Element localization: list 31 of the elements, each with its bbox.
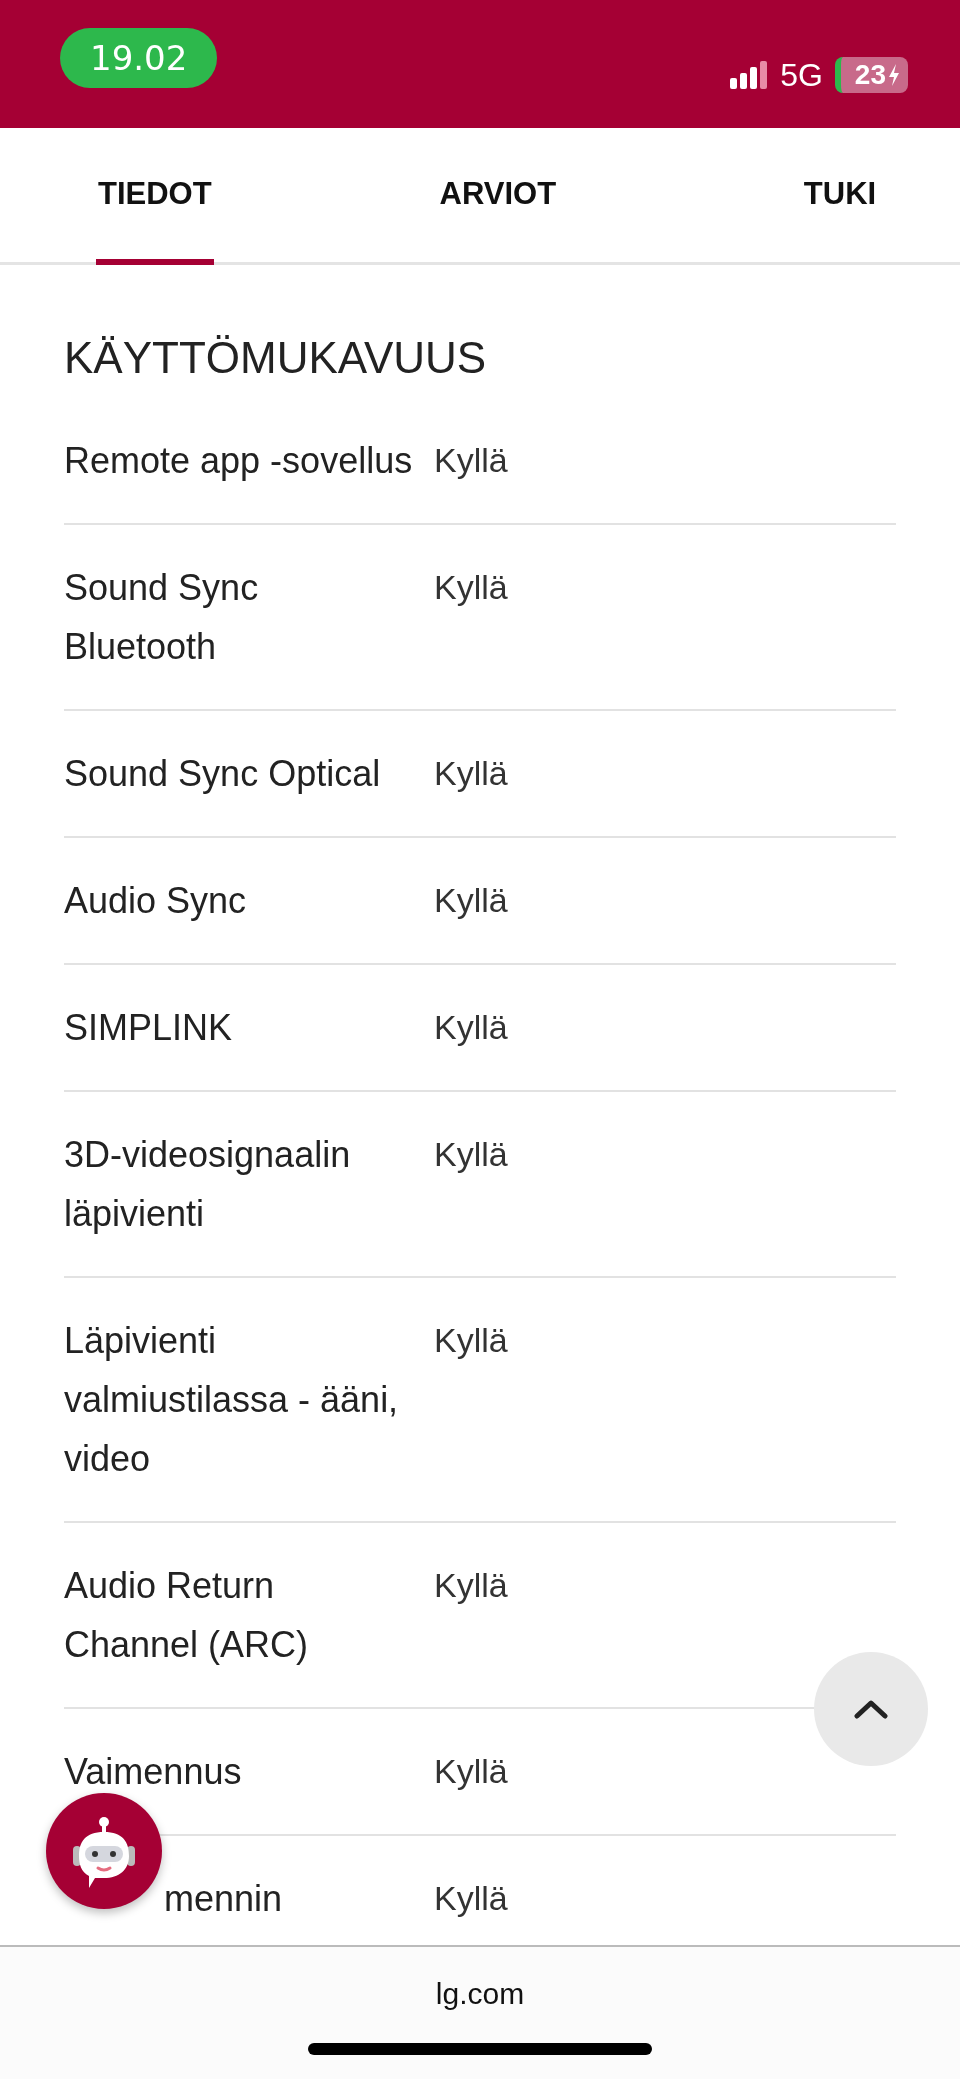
spec-value: Kyllä (434, 1878, 508, 1919)
signal-icon (730, 61, 769, 89)
spec-label: Sound Sync Optical (64, 752, 382, 796)
spec-label: SIMPLINK (64, 1006, 234, 1050)
address-bar-url[interactable]: lg.com (435, 1977, 525, 2011)
spec-value: Kyllä (434, 1007, 508, 1048)
spec-value: Kyllä (434, 1751, 508, 1792)
battery-indicator: 23 (834, 57, 908, 93)
spec-value: Kyllä (434, 1134, 508, 1175)
spec-label: Sound Sync Bluetooth (64, 566, 260, 669)
spec-label: Läpivienti valmiustilassa - ääni, video (64, 1319, 400, 1481)
spec-label: Audio Sync (64, 879, 248, 923)
tab[interactable]: TIEDOT (96, 128, 214, 265)
spec-label: Remote app -sovellus (64, 439, 414, 483)
spec-label: mennin (163, 1877, 284, 1921)
spec-value: Kyllä (434, 880, 508, 921)
network-label: 5G (780, 56, 823, 94)
section-heading: KÄYTTÖMUKAVUUS (64, 333, 488, 383)
spec-label: Vaimennus (64, 1750, 243, 1794)
tab[interactable]: TUKI (782, 128, 898, 265)
spec-value: Kyllä (434, 1565, 508, 1606)
chevron-up-icon (854, 1699, 888, 1719)
spec-value: Kyllä (434, 567, 508, 608)
spec-label: Audio Return Channel (ARC) (64, 1564, 310, 1667)
spec-value: Kyllä (434, 753, 508, 794)
spec-value: Kyllä (434, 440, 508, 481)
status-time: 19.02 (60, 28, 218, 88)
chatbot-button[interactable] (46, 1793, 162, 1909)
spec-label: 3D-videosignaalin läpivienti (64, 1133, 352, 1236)
spec-value: Kyllä (434, 1320, 508, 1361)
tab[interactable]: ARVIOT (437, 128, 559, 265)
